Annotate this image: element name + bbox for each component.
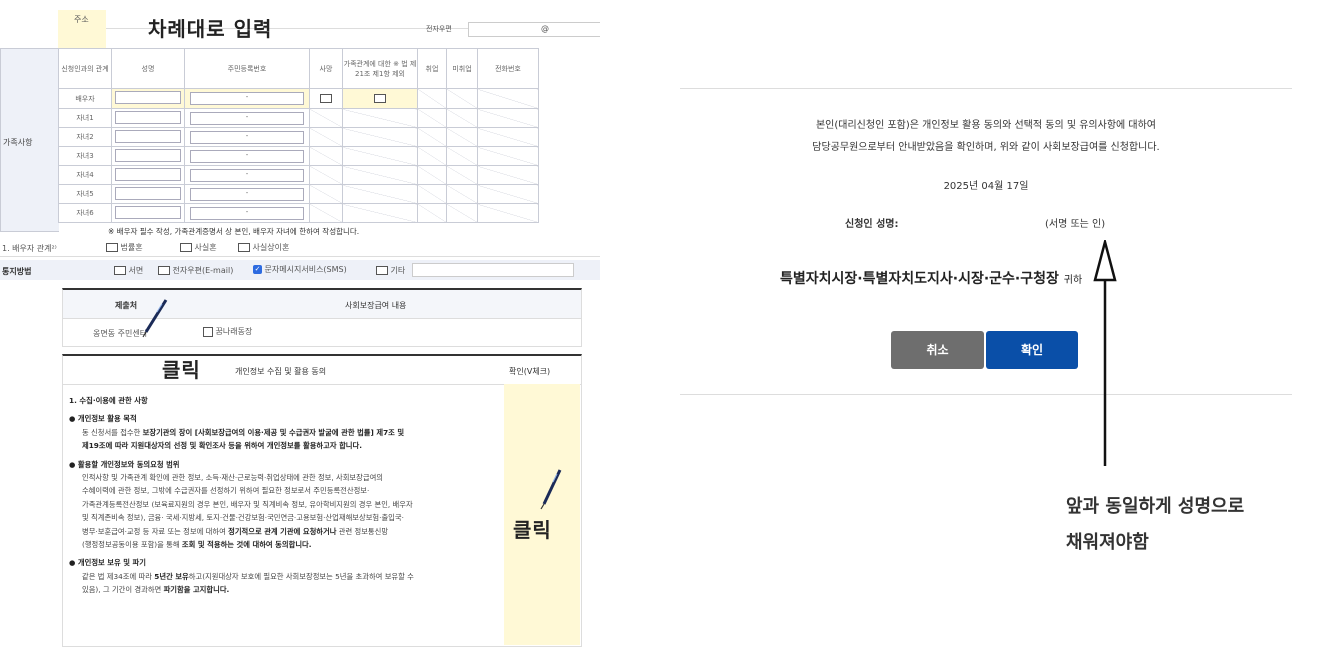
- submit-checkbox[interactable]: [203, 326, 213, 337]
- confirm-button[interactable]: 확인: [986, 331, 1078, 369]
- consent-p1-head: ● 개인정보 활용 목적: [69, 414, 137, 424]
- spouse-checkbox[interactable]: [106, 243, 118, 252]
- pen-icon: [540, 469, 562, 510]
- header-name: 성명: [111, 48, 185, 89]
- submit-col2: 사회보장급여 내용: [345, 301, 407, 310]
- spouse-checkbox[interactable]: [238, 243, 250, 252]
- consent-title: 개인정보 수집 및 활용 동의: [235, 367, 327, 376]
- survey-checkbox[interactable]: [374, 94, 386, 103]
- email-input[interactable]: @: [468, 22, 600, 37]
- spouse-option: 사실상이혼: [252, 243, 290, 252]
- spouse-row: 1. 배우자 관계²⁾ 법률혼 사실혼 사실상이혼: [0, 238, 600, 257]
- rrn-input[interactable]: -: [190, 168, 304, 182]
- name-input[interactable]: [114, 91, 182, 104]
- rrn-input[interactable]: -: [190, 187, 304, 201]
- table-row: 자녀1 -: [58, 108, 539, 128]
- consent-panel: 개인정보 수집 및 활용 동의 확인(V체크) 클릭 클릭 1. 수집·이용에 …: [62, 354, 582, 647]
- name-input[interactable]: [114, 205, 182, 219]
- row-relation: 자녀3: [58, 146, 112, 166]
- submit-item: 꿈나래동장: [215, 327, 253, 336]
- spouse-option: 사실혼: [194, 243, 217, 252]
- header-survey-2: 가족관계에 대한 ※ 법 제21조 제1항 제외: [342, 48, 418, 89]
- email-label: 전자우편: [426, 25, 452, 33]
- table-row: 배우자 -: [58, 88, 539, 109]
- notify-checkbox[interactable]: [114, 266, 126, 275]
- overlay-click-1: 클릭: [162, 358, 201, 382]
- cancel-button[interactable]: 취소: [891, 331, 984, 369]
- applicant-label: 신청인 성명:: [845, 219, 899, 230]
- table-row: 자녀4 -: [58, 165, 539, 185]
- spouse-checkbox[interactable]: [180, 243, 192, 252]
- table-row: 자녀6 -: [58, 203, 539, 223]
- family-table: 신청인과의 관계 성명 주민등록번호 사망 가족관계에 대한 ※ 법 제21조 …: [58, 48, 539, 223]
- name-input[interactable]: [114, 110, 182, 124]
- annotation-arrow-icon: [1093, 240, 1117, 466]
- header-survey-1: 사망: [309, 48, 343, 89]
- row-relation: 자녀1: [58, 108, 112, 128]
- rrn-input[interactable]: -: [190, 111, 304, 125]
- addressee: 특별자치시장·특별자치도지사·시장·군수·구청장 귀하: [780, 271, 1083, 287]
- survey-checkbox[interactable]: [320, 94, 332, 103]
- name-input[interactable]: [114, 186, 182, 200]
- submit-col1: 제출처: [115, 301, 138, 310]
- pen-icon: [142, 299, 168, 338]
- row-relation: 자녀5: [58, 184, 112, 204]
- notify-label: 통지방법: [2, 267, 32, 276]
- notify-checkbox[interactable]: [158, 266, 170, 275]
- consent-p2-head: ● 활용할 개인정보와 동의요청 범위: [69, 459, 180, 469]
- consent-check-col: 확인(V체크): [509, 367, 551, 376]
- notify-checkbox-checked[interactable]: ✓: [253, 265, 262, 274]
- header-phone: 전화번호: [477, 48, 539, 89]
- header-emp-2: 미취업: [446, 48, 478, 89]
- annotation-text2: 채워져야함: [1066, 532, 1149, 553]
- modal-line2: 담당공무원으로부터 안내받았음을 확인하며, 위와 같이 사회보장급여를 신청합…: [812, 142, 1160, 153]
- row-relation: 자녀6: [58, 203, 112, 223]
- header-emp-1: 취업: [417, 48, 447, 89]
- modal-bottom-line: [680, 394, 1292, 395]
- signature-field[interactable]: (서명 또는 인): [1045, 215, 1105, 230]
- name-input[interactable]: [114, 167, 182, 181]
- rrn-input[interactable]: -: [190, 92, 304, 105]
- table-row: 자녀2 -: [58, 127, 539, 147]
- spouse-label: 1. 배우자 관계²⁾: [2, 244, 57, 253]
- application-form: 주소 차례대로 입력 전자우편 @ 가족사항 신청인과의 관계 성명 주민등록번…: [0, 0, 600, 650]
- consent-p3-head: ● 개인정보 보유 및 파기: [69, 558, 146, 568]
- spouse-option: 법률혼: [120, 243, 143, 252]
- modal-date: 2025년 04월 17일: [943, 181, 1029, 192]
- notify-row: 통지방법 서면 전자우편(E-mail) ✓ 문자메시지서비스(SMS) 기타: [0, 260, 600, 280]
- rrn-input[interactable]: -: [190, 130, 304, 144]
- row-relation: 자녀2: [58, 127, 112, 147]
- rrn-dash: -: [245, 93, 249, 101]
- notify-checkbox[interactable]: [376, 266, 388, 275]
- rrn-input[interactable]: -: [190, 206, 304, 220]
- row-relation: 자녀4: [58, 165, 112, 185]
- header-relation: 신청인과의 관계: [58, 48, 112, 89]
- row-relation: 배우자: [58, 88, 112, 109]
- family-side-label: 가족사항: [3, 138, 33, 147]
- modal-top-line: [680, 88, 1292, 89]
- email-at: @: [541, 24, 549, 33]
- table-row: 자녀3 -: [58, 146, 539, 166]
- header-rrn: 주민등록번호: [184, 48, 310, 89]
- overlay-title: 차례대로 입력: [148, 17, 273, 41]
- address-label: 주소: [74, 15, 89, 24]
- annotation-text1: 앞과 동일하게 성명으로: [1066, 496, 1245, 517]
- submit-office: 옹면동 주민센터: [93, 329, 148, 338]
- notify-other-input[interactable]: [412, 263, 574, 277]
- consent-body: 1. 수집·이용에 관한 사항 ● 개인정보 활용 목적 동 신청서를 접수한 …: [69, 394, 499, 597]
- table-row: 자녀5 -: [58, 184, 539, 204]
- rrn-input[interactable]: -: [190, 149, 304, 163]
- consent-section-1: 1. 수집·이용에 관한 사항: [69, 396, 148, 405]
- name-input[interactable]: [114, 148, 182, 162]
- name-input[interactable]: [114, 129, 182, 143]
- modal-line1: 본인(대리신청인 포함)은 개인정보 활용 동의와 선택적 동의 및 유의사항에…: [815, 120, 1156, 131]
- table-note: ※ 배우자 필수 작성, 가족관계증명서 상 본인, 배우자 자녀에 한하여 작…: [108, 227, 360, 236]
- family-side-cell: 가족사항: [0, 48, 59, 232]
- overlay-click-2: 클릭: [513, 518, 552, 542]
